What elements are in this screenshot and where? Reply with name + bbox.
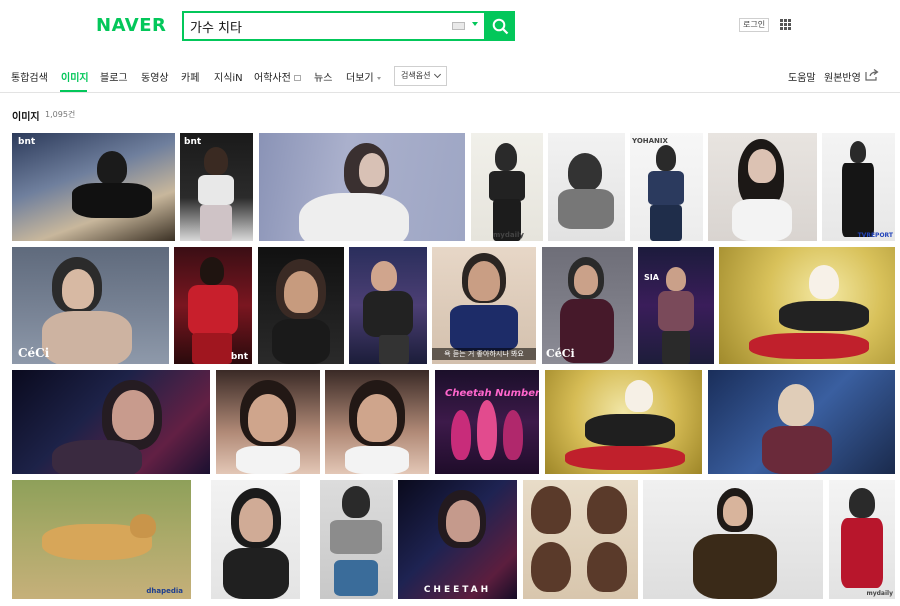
- image-thumbnail[interactable]: CéCi: [542, 247, 633, 364]
- search-options-label: 검색옵션: [401, 71, 431, 80]
- image-overlay-text: TVREPORT: [857, 232, 893, 239]
- image-overlay-text: CéCi: [18, 346, 50, 360]
- image-overlay-text: CHEETAH: [423, 585, 492, 595]
- caret-down-icon: [376, 76, 381, 80]
- image-thumbnail[interactable]: CéCi: [12, 247, 169, 364]
- chevron-down-icon: [433, 70, 442, 79]
- search-box[interactable]: [182, 11, 486, 41]
- tab-video[interactable]: 동영상: [141, 69, 169, 84]
- tab-more-label: 더보기: [346, 73, 374, 84]
- naver-logo[interactable]: NAVER: [96, 15, 166, 36]
- search-input[interactable]: [190, 15, 440, 37]
- keyboard-icon[interactable]: [452, 22, 465, 30]
- image-thumbnail[interactable]: [216, 370, 320, 474]
- image-thumbnail[interactable]: [320, 480, 393, 599]
- tab-all[interactable]: 통합검색: [11, 69, 48, 84]
- tab-more[interactable]: 더보기: [346, 69, 381, 84]
- image-thumbnail[interactable]: [12, 370, 210, 474]
- tab-news[interactable]: 뉴스: [314, 69, 332, 84]
- image-thumbnail[interactable]: [719, 247, 895, 364]
- image-overlay-text: mydaily: [866, 590, 893, 597]
- image-overlay-text: SIA: [644, 273, 659, 282]
- image-overlay-text: CéCi: [546, 347, 575, 360]
- search-options-button[interactable]: 검색옵션: [394, 66, 447, 86]
- image-thumbnail[interactable]: [523, 480, 638, 599]
- search-icon: [492, 18, 509, 35]
- image-thumbnail[interactable]: [259, 133, 465, 241]
- image-overlay-text: Cheetah Number: [445, 388, 539, 399]
- image-thumbnail[interactable]: 욕 듣는 거 좋아하시나 봐요: [432, 247, 536, 364]
- autocomplete-toggle-icon[interactable]: [472, 22, 478, 26]
- image-thumbnail[interactable]: [258, 247, 344, 364]
- image-thumbnail[interactable]: [708, 370, 895, 474]
- image-overlay-text: bnt: [184, 137, 202, 147]
- tab-dictionary[interactable]: 어학사전: [254, 69, 301, 84]
- tab-blog[interactable]: 블로그: [100, 69, 128, 84]
- header: NAVER 로그인: [0, 0, 900, 56]
- tab-dictionary-label: 어학사전: [254, 73, 291, 84]
- image-thumbnail[interactable]: bnt: [12, 133, 175, 241]
- image-thumbnail[interactable]: [548, 133, 625, 241]
- image-thumbnail[interactable]: TVREPORT: [822, 133, 895, 241]
- image-overlay-text: bnt: [230, 352, 248, 362]
- image-caption: 욕 듣는 거 좋아하시나 봐요: [432, 348, 536, 360]
- tab-kin[interactable]: 지식iN: [214, 69, 243, 84]
- grid-menu-icon[interactable]: [780, 19, 792, 31]
- help-link[interactable]: 도움말: [788, 69, 816, 84]
- active-tab-indicator: [60, 90, 87, 92]
- feedback-link[interactable]: 원본반영: [824, 69, 861, 84]
- image-thumbnail[interactable]: mydaily: [829, 480, 895, 599]
- image-thumbnail[interactable]: mydaily: [471, 133, 543, 241]
- image-thumbnail[interactable]: dhapedia: [12, 480, 191, 599]
- image-thumbnail[interactable]: [325, 370, 429, 474]
- image-thumbnail[interactable]: [643, 480, 823, 599]
- search-button[interactable]: [486, 11, 515, 41]
- image-overlay-text: YOHANIX: [632, 137, 668, 145]
- image-thumbnail[interactable]: [545, 370, 702, 474]
- image-thumbnail[interactable]: [211, 480, 300, 599]
- tab-cafe[interactable]: 카페: [181, 69, 199, 84]
- result-count: 1,095건: [45, 110, 76, 119]
- section-title: 이미지: [12, 112, 40, 123]
- search-tabs: 통합검색 이미지 블로그 동영상 카페 지식iN 어학사전 뉴스 더보기 검색옵…: [0, 56, 900, 93]
- image-thumbnail[interactable]: CHEETAH: [398, 480, 517, 599]
- image-thumbnail[interactable]: [349, 247, 427, 364]
- image-thumbnail[interactable]: bnt: [180, 133, 253, 241]
- image-overlay-text: dhapedia: [146, 587, 183, 595]
- tab-image[interactable]: 이미지: [61, 69, 89, 84]
- image-thumbnail[interactable]: bnt: [174, 247, 252, 364]
- new-window-icon: [293, 75, 301, 81]
- login-button[interactable]: 로그인: [739, 18, 770, 32]
- image-thumbnail[interactable]: SIA: [638, 247, 714, 364]
- image-overlay-text: bnt: [18, 137, 36, 147]
- image-thumbnail[interactable]: [708, 133, 817, 241]
- image-overlay-text: mydaily: [493, 231, 524, 239]
- image-thumbnail[interactable]: Cheetah Number: [435, 370, 539, 474]
- image-thumbnail[interactable]: YOHANIX: [630, 133, 703, 241]
- share-icon[interactable]: [865, 69, 879, 81]
